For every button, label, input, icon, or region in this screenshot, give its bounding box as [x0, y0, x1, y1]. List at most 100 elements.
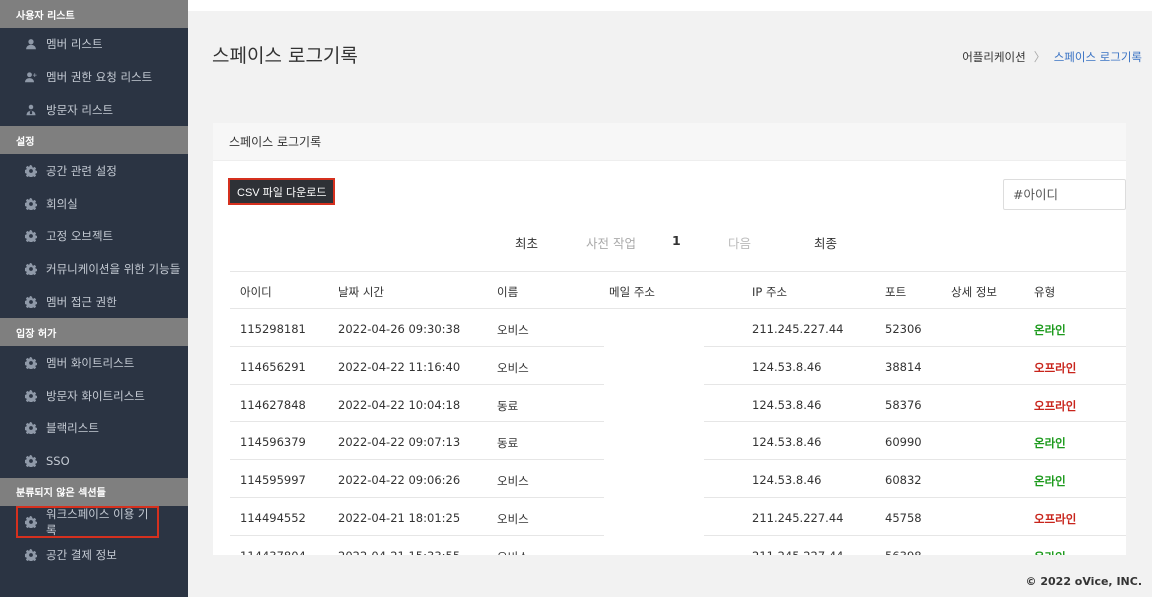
- cell-id: 114437804: [240, 549, 306, 555]
- cell-id: 114494552: [240, 510, 306, 525]
- gear-icon: [24, 164, 38, 178]
- sidebar-item-label: SSO: [46, 454, 70, 469]
- card-title: 스페이스 로그기록: [213, 123, 1126, 161]
- cell-name: 동료: [497, 436, 519, 451]
- cell-id: 115298181: [240, 322, 306, 336]
- breadcrumb: 어플리케이션 〉 스페이스 로그기록: [962, 48, 1142, 65]
- cell-datetime: 2022-04-21 18:01:25: [338, 510, 461, 525]
- cell-port: 60990: [885, 435, 922, 450]
- id-search-input[interactable]: [1003, 179, 1126, 210]
- cell-datetime: 2022-04-21 15:33:55: [338, 549, 460, 555]
- cell-id: 114595997: [240, 473, 306, 488]
- column-header-ip[interactable]: IP 주소: [752, 284, 787, 300]
- cell-name: 오비스: [497, 549, 529, 555]
- sidebar-item[interactable]: SSO: [0, 445, 188, 478]
- cell-datetime: 2022-04-26 09:30:38: [338, 322, 461, 336]
- sidebar-item-label: 공간 결제 정보: [46, 547, 117, 562]
- table-row[interactable]: 114494552 2022-04-21 18:01:25 오비스 211.245.2…: [230, 498, 1126, 536]
- sidebar-item[interactable]: 공간 결제 정보: [0, 538, 188, 571]
- cell-port: 52306: [885, 322, 922, 336]
- sidebar-item[interactable]: 커뮤니케이션을 위한 기능들: [0, 253, 188, 286]
- cell-datetime: 2022-04-22 10:04:18: [338, 397, 461, 412]
- cell-ip: 124.53.8.46: [752, 435, 822, 450]
- sidebar-section-header: 분류되지 않은 섹션들: [0, 477, 188, 506]
- cell-port: 38814: [885, 359, 922, 374]
- cell-type: 온라인: [1034, 436, 1066, 451]
- cell-name: 오비스: [497, 474, 529, 489]
- user-plus-icon: [24, 70, 38, 84]
- cell-ip: 124.53.8.46: [752, 359, 822, 374]
- pagination-prev[interactable]: 사전 작업: [586, 233, 636, 252]
- top-bar: [188, 0, 1152, 11]
- cell-id: 114596379: [240, 435, 306, 450]
- sidebar-section-header: 설정: [0, 126, 188, 155]
- cell-ip: 124.53.8.46: [752, 397, 822, 412]
- cell-ip: 211.245.227.44: [752, 510, 844, 525]
- breadcrumb-current[interactable]: 스페이스 로그기록: [1054, 49, 1142, 65]
- gear-icon: [24, 389, 38, 403]
- cell-type: 온라인: [1034, 323, 1066, 337]
- sidebar-section-header: 사용자 리스트: [0, 0, 188, 28]
- pagination-first[interactable]: 최초: [515, 233, 538, 252]
- cell-name: 오비스: [497, 360, 529, 375]
- sidebar-item-label: 멤버 권한 요청 리스트: [46, 70, 153, 85]
- column-header-port[interactable]: 포트: [885, 284, 906, 300]
- cell-ip: 211.245.227.44: [752, 549, 843, 555]
- sidebar-item[interactable]: 멤버 화이트리스트: [0, 346, 188, 379]
- table-row[interactable]: 114627848 2022-04-22 10:04:18 동료 124.53.8.4…: [230, 385, 1126, 423]
- pagination-next[interactable]: 다음: [728, 233, 751, 252]
- sidebar-item[interactable]: 공간 관련 설정: [0, 154, 188, 187]
- column-header-email[interactable]: 메일 주소: [609, 284, 655, 300]
- table-row[interactable]: 114596379 2022-04-22 09:07:13 동료 124.53.8.4…: [230, 422, 1126, 460]
- log-card: 스페이스 로그기록 CSV 파일 다운로드 최초 사전 작업 1 다음 최종 아…: [213, 123, 1126, 555]
- breadcrumb-home-link[interactable]: 어플리케이션: [962, 49, 1025, 65]
- sidebar-item[interactable]: 방문자 화이트리스트: [0, 379, 188, 412]
- sidebar-item-label: 공간 관련 설정: [46, 163, 117, 178]
- sidebar-item[interactable]: 멤버 리스트: [0, 28, 188, 61]
- column-header-name[interactable]: 이름: [497, 284, 518, 300]
- sidebar-item[interactable]: 회의실: [0, 187, 188, 220]
- gear-icon: [24, 229, 38, 243]
- gear-icon: [24, 356, 38, 370]
- sidebar-item-label: 방문자 화이트리스트: [46, 388, 145, 403]
- sidebar-item[interactable]: 워크스페이스 이용 기록: [16, 505, 159, 539]
- cell-datetime: 2022-04-22 11:16:40: [338, 359, 461, 374]
- csv-download-button[interactable]: CSV 파일 다운로드: [227, 178, 336, 205]
- column-header-id[interactable]: 아이디: [240, 284, 272, 300]
- sidebar-item-label: 커뮤니케이션을 위한 기능들: [46, 262, 181, 277]
- sidebar-item-label: 방문자 리스트: [46, 102, 114, 117]
- sidebar-item-label: 멤버 화이트리스트: [46, 355, 135, 370]
- cell-id: 114627848: [240, 397, 306, 412]
- user-icon: [24, 37, 38, 51]
- page-title: 스페이스 로그기록: [212, 45, 358, 67]
- table-row[interactable]: 114595997 2022-04-22 09:06:26 오비스 124.53.8.…: [230, 460, 1126, 498]
- gear-icon: [24, 454, 38, 468]
- pagination-current-page[interactable]: 1: [672, 233, 681, 248]
- sidebar-item-label: 워크스페이스 이용 기록: [45, 506, 149, 537]
- column-header-type[interactable]: 유형: [1034, 284, 1055, 300]
- sidebar-item[interactable]: 멤버 접근 권한: [0, 286, 188, 319]
- cell-name: 오비스: [497, 511, 529, 526]
- gear-icon: [24, 515, 38, 529]
- table-row[interactable]: 115298181 2022-04-26 09:30:38 오비스 211.245.2…: [230, 309, 1126, 347]
- cell-name: 동료: [497, 398, 519, 413]
- sidebar-section-header: 입장 허가: [0, 318, 188, 347]
- sidebar-item[interactable]: 방문자 리스트: [0, 94, 188, 127]
- column-header-datetime[interactable]: 날짜 시간: [338, 284, 384, 300]
- cell-type: 온라인: [1034, 474, 1066, 489]
- sidebar-item[interactable]: 고정 오브젝트: [0, 220, 188, 253]
- cell-datetime: 2022-04-22 09:07:13: [338, 435, 461, 450]
- log-table: 아이디 날짜 시간 이름 메일 주소 IP 주소 포트 상세 정보 유형 115…: [230, 271, 1126, 555]
- gear-icon: [24, 262, 38, 276]
- gear-icon: [24, 421, 38, 435]
- chevron-right-icon: 〉: [1033, 50, 1046, 64]
- cell-port: 45758: [885, 510, 922, 525]
- column-header-detail[interactable]: 상세 정보: [951, 284, 997, 300]
- sidebar-item[interactable]: 멤버 권한 요청 리스트: [0, 61, 188, 94]
- table-row[interactable]: 114656291 2022-04-22 11:16:40 오비스 124.53.8.…: [230, 347, 1126, 385]
- sidebar-item-label: 회의실: [46, 196, 78, 211]
- pagination-last[interactable]: 최종: [814, 233, 837, 252]
- sidebar-item[interactable]: 블랙리스트: [0, 412, 188, 445]
- table-row[interactable]: 114437804 2022-04-21 15:33:55 오비스 211.245.2…: [230, 536, 1126, 555]
- cell-ip: 124.53.8.46: [752, 473, 822, 488]
